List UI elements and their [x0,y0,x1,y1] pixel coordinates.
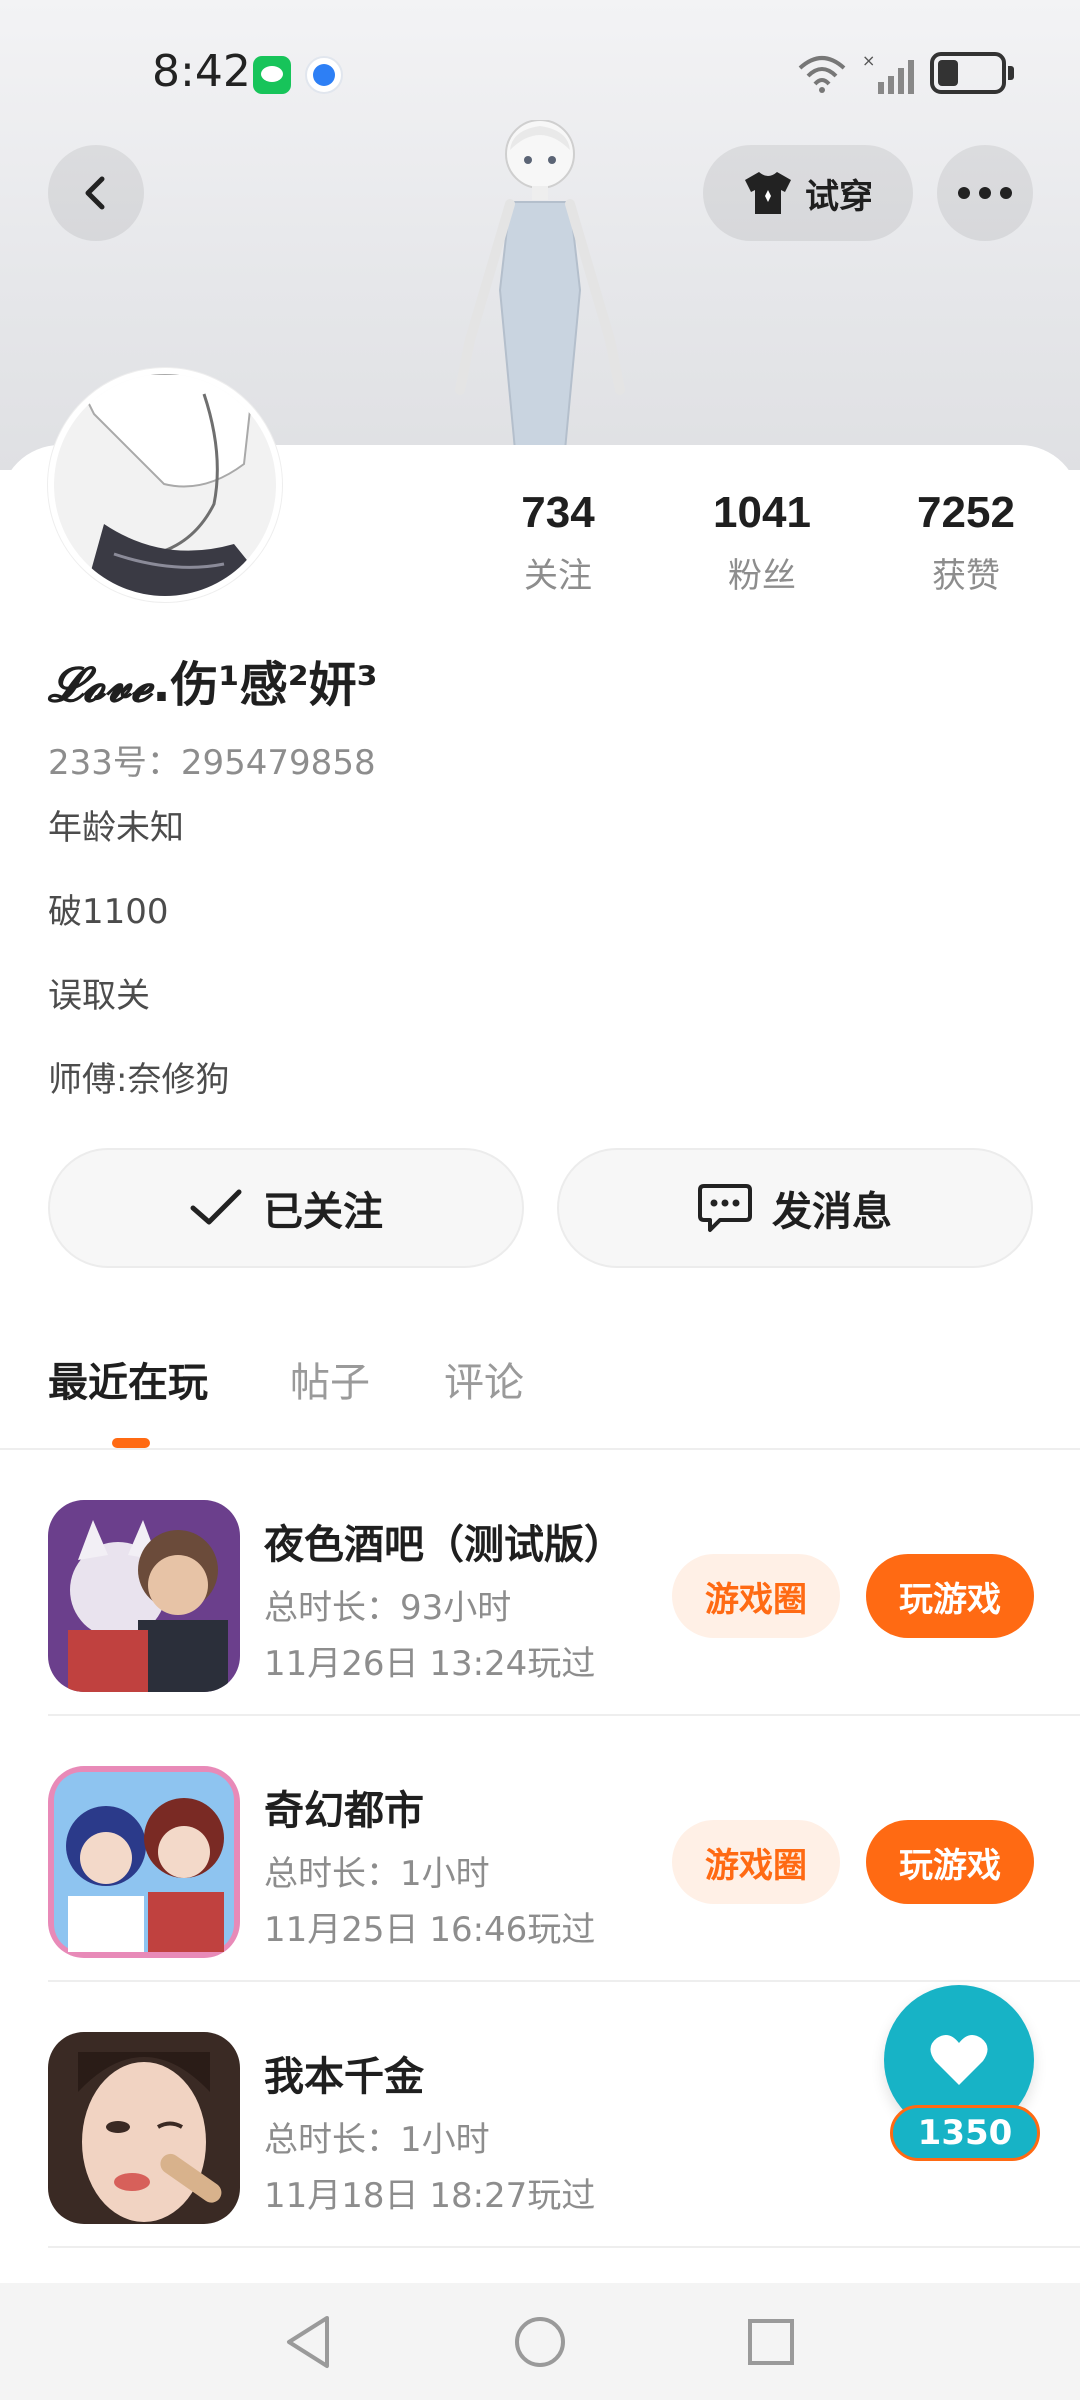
stat-followers[interactable]: 1041 粉丝 [662,488,862,597]
try-on-label: 试穿 [805,176,873,217]
heart-icon [930,2034,988,2085]
stat-likes[interactable]: 7252 获赞 [866,488,1066,597]
row-divider [48,2246,1080,2248]
following-count: 734 [521,488,595,537]
send-message-label: 发消息 [772,1189,892,1235]
game-circle-button[interactable]: 游戏圈 [672,1820,840,1904]
game-row[interactable]: 夜色酒吧（测试版） 总时长：93小时 11月26日 13:24玩过 游戏圈 玩游… [0,1450,1080,1716]
bio-line: 误取关 [48,976,150,1016]
nav-recents-button[interactable] [736,2307,806,2377]
chat-bubble-icon [698,1184,752,1232]
square-recents-icon [748,2319,794,2365]
game-duration: 总时长：93小时 [264,1588,512,1628]
game-icon[interactable] [48,2032,240,2224]
send-message-button[interactable]: 发消息 [557,1148,1033,1268]
status-bar: 8:42 × [0,0,1080,150]
more-button[interactable] [937,145,1033,241]
triangle-back-icon [287,2316,329,2368]
game-title: 我本千金 [264,2054,424,2100]
like-count: 1350 [890,2105,1040,2161]
game-last-played: 11月18日 18:27玩过 [264,2176,596,2216]
nav-home-button[interactable] [505,2307,575,2377]
likes-count: 7252 [917,488,1015,537]
floating-like-button[interactable]: 1350 [884,1985,1040,2165]
shirt-icon [745,172,791,214]
tab-comments[interactable]: 评论 [444,1350,524,1408]
try-on-button[interactable]: 试穿 [703,145,913,241]
profile-tabs: 最近在玩 帖子 评论 [0,1350,1080,1450]
checkmark-icon [190,1189,242,1225]
game-last-played: 11月26日 13:24玩过 [264,1644,596,1684]
game-title: 夜色酒吧（测试版） [264,1522,624,1568]
more-dots-icon [958,187,1012,199]
character-figure [455,120,625,450]
profile-stats: 734 关注 1041 粉丝 7252 获赞 [0,488,1080,608]
tab-recently-played[interactable]: 最近在玩 [48,1350,208,1408]
game-circle-button[interactable]: 游戏圈 [672,1554,840,1638]
followers-count: 1041 [713,488,811,537]
game-icon[interactable] [48,1500,240,1692]
bio-line: 破1100 [48,892,169,932]
status-time: 8:42 [152,46,251,97]
system-nav-bar [0,2283,1080,2400]
signal-icon: × [862,52,914,94]
game-duration: 总时长：1小时 [264,2120,490,2160]
followed-label: 已关注 [263,1189,383,1235]
circle-home-icon [515,2317,565,2367]
game-icon[interactable] [48,1766,240,1958]
username-main: .伤¹感²妍³ [152,657,378,713]
username: 𝓛𝓸𝓿𝓮.伤¹感²妍³ [48,645,378,715]
game-duration: 总时长：1小时 [264,1854,490,1894]
game-row[interactable]: 奇幻都市 总时长：1小时 11月25日 16:46玩过 游戏圈 玩游戏 [0,1716,1080,1982]
wifi-icon [798,56,846,93]
bio-line: 师傅:奈修狗 [48,1060,230,1100]
tab-posts[interactable]: 帖子 [290,1350,370,1408]
account-id: 233号：295479858 [48,743,376,783]
followed-button[interactable]: 已关注 [48,1148,524,1268]
battery-icon [930,52,1014,94]
following-label: 关注 [524,556,592,596]
browser-icon [305,56,343,94]
game-title: 奇幻都市 [264,1788,424,1834]
play-game-button[interactable]: 玩游戏 [866,1554,1034,1638]
nav-back-button[interactable] [273,2307,343,2377]
svg-text:×: × [862,52,875,70]
chevron-left-icon [85,176,105,210]
game-last-played: 11月25日 16:46玩过 [264,1910,596,1950]
back-button[interactable] [48,145,144,241]
active-tab-indicator [112,1438,150,1448]
followers-label: 粉丝 [728,556,796,596]
likes-label: 获赞 [932,556,1000,596]
stat-following[interactable]: 734 关注 [458,488,658,597]
play-game-button[interactable]: 玩游戏 [866,1820,1034,1904]
username-prefix: 𝓛𝓸𝓿𝓮 [48,657,153,713]
wechat-icon [253,56,291,94]
bio-line: 年龄未知 [48,808,184,848]
